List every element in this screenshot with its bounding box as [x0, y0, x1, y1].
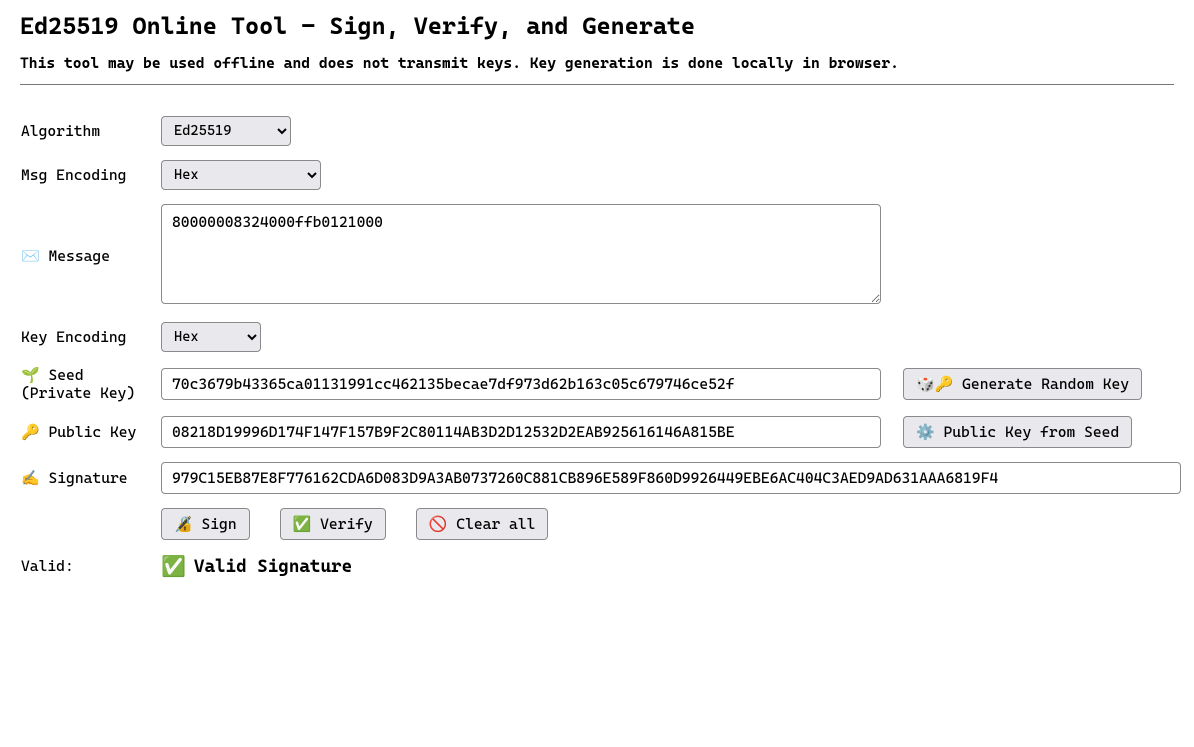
seed-input[interactable]	[161, 368, 881, 400]
public-key-from-seed-button[interactable]: ⚙️ Public Key from Seed	[903, 416, 1132, 448]
valid-result: ✅ Valid Signature	[161, 554, 1181, 578]
page-title: Ed25519 Online Tool - Sign, Verify, and …	[20, 12, 1174, 40]
public-key-input[interactable]	[161, 416, 881, 448]
page-subtitle: This tool may be used offline and does n…	[20, 54, 1174, 72]
signature-label: ✍️ Signature	[20, 461, 160, 495]
key-encoding-select[interactable]: Hex	[161, 322, 261, 352]
algorithm-select[interactable]: Ed25519	[161, 116, 291, 146]
verify-button[interactable]: ✅ Verify	[280, 508, 386, 540]
divider	[20, 84, 1174, 85]
message-input[interactable]	[161, 204, 881, 304]
clear-all-button[interactable]: 🚫 Clear all	[416, 508, 549, 540]
seed-label: 🌱 Seed (Private Key)	[20, 365, 160, 403]
algorithm-label: Algorithm	[20, 115, 160, 147]
msg-encoding-select[interactable]: Hex	[161, 160, 321, 190]
generate-random-key-button[interactable]: 🎲🔑 Generate Random Key	[903, 368, 1142, 400]
check-icon: ✅	[161, 554, 186, 578]
message-label: ✉️ Message	[20, 203, 160, 309]
msg-encoding-label: Msg Encoding	[20, 159, 160, 191]
signature-input[interactable]	[161, 462, 1181, 494]
key-encoding-label: Key Encoding	[20, 321, 160, 353]
valid-result-text: Valid Signature	[194, 556, 352, 577]
sign-button[interactable]: 🔏 Sign	[161, 508, 250, 540]
valid-label: Valid:	[20, 553, 160, 579]
public-key-label: 🔑 Public Key	[20, 415, 160, 449]
